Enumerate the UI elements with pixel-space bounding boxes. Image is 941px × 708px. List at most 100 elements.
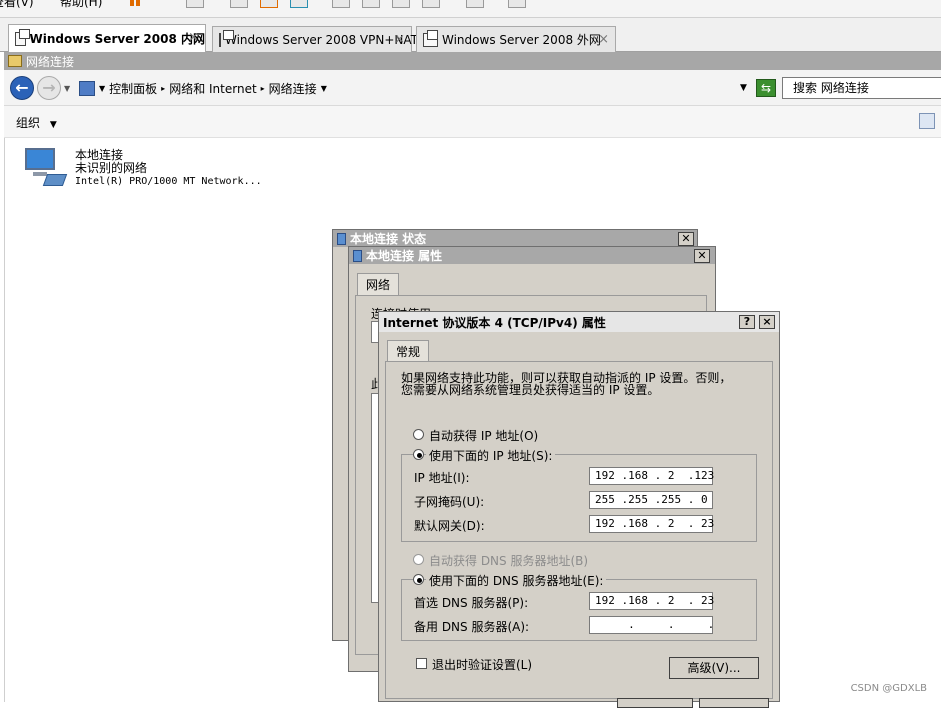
preferred-dns-label: 首选 DNS 服务器(P):: [414, 596, 529, 610]
preferred-dns-field[interactable]: 192 .168 . 2 . 23: [589, 592, 714, 610]
alternate-dns-field[interactable]: . . .: [589, 616, 714, 634]
revert-icon[interactable]: [260, 0, 278, 8]
menu-view[interactable]: 查看(V): [0, 0, 34, 10]
address-path[interactable]: ▼ 控制面板 ▸ 网络和 Internet ▸ 网络连接 ▼: [79, 78, 759, 98]
back-button[interactable]: ←: [10, 76, 34, 100]
tab-internal[interactable]: Windows Server 2008 内网 ×: [8, 24, 206, 52]
close-button[interactable]: ✕: [678, 232, 694, 246]
arrow-left-icon: ←: [15, 78, 29, 97]
stretch-icon[interactable]: [508, 0, 526, 8]
top-menu-strip: 查看(V) 帮助(H): [0, 0, 941, 18]
terminal-icon[interactable]: [466, 0, 484, 8]
properties-dialog-title: 本地连接 属性: [366, 249, 443, 263]
pause-icon[interactable]: [128, 0, 142, 8]
chevron-down-icon[interactable]: ▸: [161, 84, 165, 93]
manual-dns-radio[interactable]: [413, 574, 424, 585]
view-unity-icon[interactable]: [392, 0, 410, 8]
ok-button[interactable]: [617, 698, 693, 708]
command-bar: 组织 ▼: [4, 106, 941, 138]
help-button[interactable]: ?: [739, 315, 755, 329]
validate-checkbox[interactable]: [416, 658, 427, 669]
chevron-down-icon: ▼: [49, 120, 57, 130]
description: 如果网络支持此功能，则可以获取自动指派的 IP 设置。否则， 您需要从网络系统管…: [401, 372, 731, 396]
vm-icon: [219, 29, 234, 47]
tab-external[interactable]: Windows Server 2008 外网 ×: [416, 26, 616, 52]
network-icon: [337, 232, 346, 245]
validate-label: 退出时验证设置(L): [432, 658, 533, 672]
close-button[interactable]: ✕: [694, 249, 710, 263]
snapshot-icon[interactable]: [230, 0, 248, 8]
address-bar: ← → ▼ ▼ 控制面板 ▸ 网络和 Internet ▸ 网络连接 ▼ ▼ ⇆…: [4, 70, 941, 106]
close-button[interactable]: ×: [759, 315, 775, 329]
manual-dns-label: 使用下面的 DNS 服务器地址(E):: [426, 572, 607, 589]
network-icon: [353, 249, 362, 262]
ipv4-dialog-title-bar: Internet 协议版本 4 (TCP/IPv4) 属性: [379, 312, 779, 332]
breadcrumb-network-connections[interactable]: 网络连接: [269, 80, 317, 97]
network-folder-icon: [8, 55, 22, 67]
connection-adapter: Intel(R) PRO/1000 MT Network...: [75, 176, 262, 187]
snapshot-manager-icon[interactable]: [290, 0, 308, 8]
search-input[interactable]: 搜索 网络连接: [782, 77, 941, 99]
subnet-mask-label: 子网掩码(U):: [414, 495, 485, 509]
help-icon: ?: [743, 315, 751, 328]
description-line-2: 您需要从网络系统管理员处获得适当的 IP 设置。: [401, 383, 660, 397]
breadcrumb-network-internet[interactable]: 网络和 Internet: [169, 80, 256, 97]
status-dialog-title: 本地连接 状态: [350, 232, 427, 246]
manual-ip-radio[interactable]: [413, 449, 424, 460]
close-icon: ✕: [697, 249, 707, 262]
refresh-icon: ⇆: [760, 81, 772, 95]
gateway-label: 默认网关(D):: [414, 519, 485, 533]
vm-icon: [15, 28, 30, 46]
breadcrumb-control-panel[interactable]: 控制面板: [109, 80, 157, 97]
arrow-right-icon: →: [42, 78, 56, 97]
close-icon: ✕: [681, 232, 691, 245]
view-normal-icon[interactable]: [332, 0, 350, 8]
chevron-down-icon[interactable]: ▼: [321, 84, 327, 93]
tab-label: 常规: [396, 345, 421, 359]
organize-button[interactable]: 组织 ▼: [16, 114, 57, 131]
connection-item[interactable]: 本地连接 未识别的网络 Intel(R) PRO/1000 MT Network…: [75, 149, 262, 188]
properties-dialog-title-bar: 本地连接 属性: [349, 247, 715, 264]
window-title-bar: 网络连接: [4, 52, 941, 70]
auto-dns-label: 自动获得 DNS 服务器地址(B): [429, 554, 589, 568]
forward-button[interactable]: →: [37, 76, 61, 100]
organize-label: 组织: [16, 116, 41, 130]
vm-icon: [423, 29, 438, 47]
ip-address-field[interactable]: 192 .168 . 2 .123: [589, 467, 714, 485]
gateway-field[interactable]: 192 .168 . 2 . 23: [589, 515, 714, 533]
watermark: CSDN @GDXLB: [850, 683, 927, 694]
views-icon[interactable]: [919, 113, 935, 129]
manual-ip-label: 使用下面的 IP 地址(S):: [426, 447, 556, 464]
refresh-button[interactable]: ⇆: [756, 79, 776, 97]
auto-ip-label: 自动获得 IP 地址(O): [429, 429, 539, 443]
network-connection-icon[interactable]: [23, 146, 68, 188]
ipv4-dialog: Internet 协议版本 4 (TCP/IPv4) 属性 ? × 常规 如果网…: [378, 311, 780, 708]
tab-general[interactable]: 常规: [387, 340, 430, 362]
tab-label: Windows Server 2008 VPN+NAT: [225, 32, 418, 47]
advanced-button[interactable]: 高级(V)...: [669, 657, 759, 679]
view-console-icon[interactable]: [422, 0, 440, 8]
ip-address-label: IP 地址(I):: [414, 471, 470, 485]
close-icon[interactable]: ×: [394, 32, 405, 47]
close-icon[interactable]: ×: [188, 30, 199, 45]
history-dropdown-icon[interactable]: ▼: [64, 84, 70, 93]
auto-ip-radio[interactable]: [413, 429, 424, 440]
status-dialog-title-bar: 本地连接 状态: [333, 230, 697, 247]
chevron-down-icon[interactable]: ▸: [261, 84, 265, 93]
ipv4-dialog-title: Internet 协议版本 4 (TCP/IPv4) 属性: [383, 315, 606, 330]
tab-network[interactable]: 网络: [357, 273, 400, 295]
chevron-down-icon[interactable]: ▼: [99, 84, 105, 93]
cancel-button[interactable]: [699, 698, 769, 708]
control-panel-icon: [79, 80, 95, 96]
send-keys-icon[interactable]: [186, 0, 204, 8]
address-dropdown-icon[interactable]: ▼: [740, 83, 747, 93]
auto-dns-radio[interactable]: [413, 554, 424, 565]
subnet-mask-field[interactable]: 255 .255 .255 . 0: [589, 491, 713, 509]
vm-tab-bar: Windows Server 2008 内网 × Windows Server …: [0, 18, 941, 52]
connection-status: 未识别的网络: [75, 161, 148, 175]
tab-vpn-nat[interactable]: Windows Server 2008 VPN+NAT ×: [212, 26, 418, 52]
menu-help[interactable]: 帮助(H): [60, 0, 102, 10]
tab-label: Windows Server 2008 外网: [442, 33, 601, 47]
close-icon[interactable]: ×: [598, 32, 609, 47]
view-full-icon[interactable]: [362, 0, 380, 8]
